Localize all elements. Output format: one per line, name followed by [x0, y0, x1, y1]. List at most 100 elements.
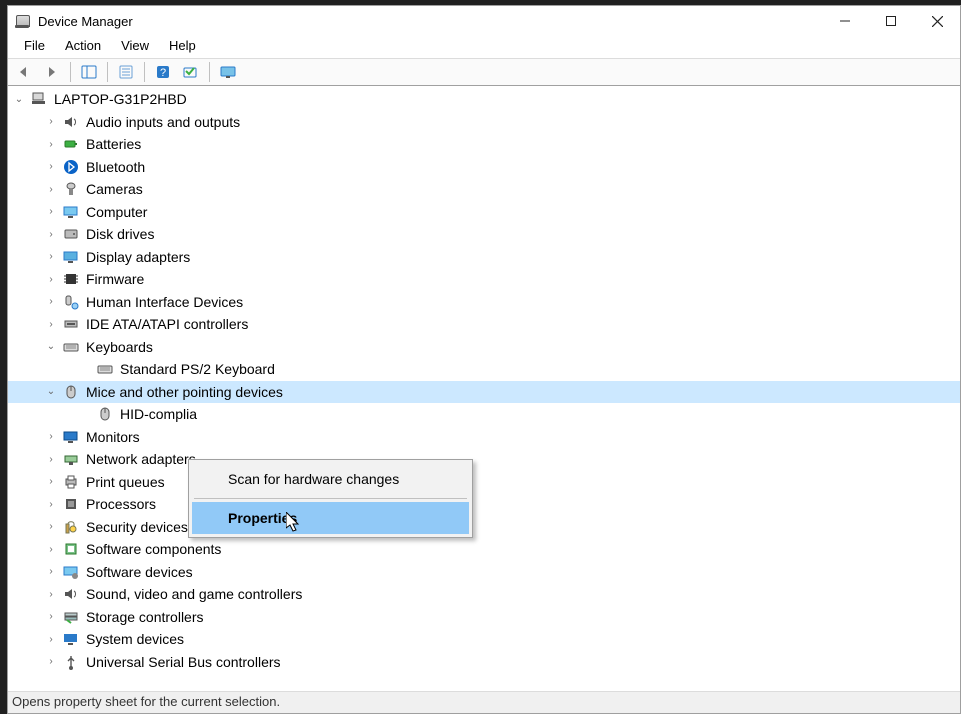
toolbar-separator	[209, 62, 210, 82]
display-icon	[62, 248, 80, 266]
tree-item-label: Bluetooth	[86, 159, 145, 175]
chevron-right-icon[interactable]: ›	[44, 634, 58, 645]
chevron-right-icon[interactable]: ›	[44, 116, 58, 127]
ctx-scan-hardware[interactable]: Scan for hardware changes	[192, 463, 469, 495]
tree-item[interactable]: › Software devices	[8, 561, 960, 584]
system-icon	[62, 630, 80, 648]
chevron-down-icon[interactable]: ⌄	[12, 94, 26, 105]
properties-button[interactable]	[114, 61, 138, 83]
help-button[interactable]: ?	[151, 61, 175, 83]
tree-item-label: Computer	[86, 204, 147, 220]
chevron-right-icon[interactable]: ›	[44, 229, 58, 240]
tree-item[interactable]: ›Cameras	[8, 178, 960, 201]
toolbar-separator	[144, 62, 145, 82]
mouse-icon	[62, 383, 80, 401]
chevron-right-icon[interactable]: ›	[44, 161, 58, 172]
minimize-button[interactable]	[822, 6, 868, 36]
tree-item[interactable]: ›Display adapters	[8, 246, 960, 269]
tree-item[interactable]: ⌄Keyboards	[8, 336, 960, 359]
tree-item[interactable]: › Sound, video and game controllers	[8, 583, 960, 606]
tree-item[interactable]: ›Software components	[8, 538, 960, 561]
chevron-right-icon[interactable]: ›	[44, 454, 58, 465]
back-button[interactable]	[12, 61, 36, 83]
security-icon	[62, 518, 80, 536]
tree-item-label: Sound, video and game controllers	[86, 586, 302, 602]
status-bar: Opens property sheet for the current sel…	[8, 691, 960, 713]
forward-button[interactable]	[40, 61, 64, 83]
tree-item[interactable]: › Disk drives	[8, 223, 960, 246]
battery-icon	[62, 135, 80, 153]
status-text: Opens property sheet for the current sel…	[12, 694, 280, 709]
mouse-icon	[96, 405, 114, 423]
tree-item[interactable]: ›Monitors	[8, 426, 960, 449]
tree-item[interactable]: Standard PS/2 Keyboard	[8, 358, 960, 381]
scan-hardware-button[interactable]	[179, 61, 203, 83]
app-icon	[14, 13, 30, 29]
tree-item[interactable]: › Computer	[8, 201, 960, 224]
tree-item[interactable]: ›IDE ATA/ATAPI controllers	[8, 313, 960, 336]
toolbar: ?	[8, 58, 960, 86]
chevron-right-icon[interactable]: ›	[44, 611, 58, 622]
camera-icon	[62, 180, 80, 198]
hid-icon	[62, 293, 80, 311]
chevron-right-icon[interactable]: ›	[44, 139, 58, 150]
ctx-separator	[194, 498, 467, 499]
chevron-down-icon[interactable]: ⌄	[44, 341, 58, 352]
menu-action[interactable]: Action	[55, 36, 111, 58]
chevron-right-icon[interactable]: ›	[44, 589, 58, 600]
chevron-right-icon[interactable]: ›	[44, 296, 58, 307]
title-bar[interactable]: Device Manager	[8, 6, 960, 36]
tree-item[interactable]: › Batteries	[8, 133, 960, 156]
tree-item-label: Software devices	[86, 564, 193, 580]
chevron-right-icon[interactable]: ›	[44, 499, 58, 510]
chevron-right-icon[interactable]: ›	[44, 521, 58, 532]
chip-icon	[62, 270, 80, 288]
tree-item-label: Print queues	[86, 474, 165, 490]
tree-item-label: HID-complia	[120, 406, 197, 422]
chevron-right-icon[interactable]: ›	[44, 544, 58, 555]
chevron-right-icon[interactable]: ›	[44, 476, 58, 487]
tree-item-label: Disk drives	[86, 226, 154, 242]
menu-file[interactable]: File	[14, 36, 55, 58]
chevron-right-icon[interactable]: ›	[44, 319, 58, 330]
close-button[interactable]	[914, 6, 960, 36]
tree-item[interactable]: › Bluetooth	[8, 156, 960, 179]
chevron-right-icon[interactable]: ›	[44, 431, 58, 442]
tree-item[interactable]: ›Network adapters	[8, 448, 960, 471]
tree-item-label: Security devices	[86, 519, 188, 535]
tree-item-label: Audio inputs and outputs	[86, 114, 240, 130]
maximize-button[interactable]	[868, 6, 914, 36]
tree-item-label: Universal Serial Bus controllers	[86, 654, 281, 670]
menu-view[interactable]: View	[111, 36, 159, 58]
chevron-right-icon[interactable]: ›	[44, 656, 58, 667]
tree-item[interactable]: ›System devices	[8, 628, 960, 651]
tree-item[interactable]: › Audio inputs and outputs	[8, 111, 960, 134]
ctx-properties[interactable]: Properties	[192, 502, 469, 534]
chevron-down-icon[interactable]: ⌄	[44, 386, 58, 397]
tree-item[interactable]: › Print queues	[8, 471, 960, 494]
chevron-right-icon[interactable]: ›	[44, 206, 58, 217]
tree-item[interactable]: ›Firmware	[8, 268, 960, 291]
toolbar-separator	[70, 62, 71, 82]
chevron-right-icon[interactable]: ›	[44, 251, 58, 262]
tree-item[interactable]: › Universal Serial Bus controllers	[8, 651, 960, 674]
tree-item-label: Batteries	[86, 136, 141, 152]
speaker-icon	[62, 113, 80, 131]
device-tree[interactable]: ⌄ LAPTOP-G31P2HBD › Audio inputs and outp…	[8, 86, 960, 691]
tree-item[interactable]: › Security devices	[8, 516, 960, 539]
tree-item[interactable]: HID-complia	[8, 403, 960, 426]
chevron-right-icon[interactable]: ›	[44, 184, 58, 195]
chevron-right-icon[interactable]: ›	[44, 566, 58, 577]
monitor-button[interactable]	[216, 61, 240, 83]
tree-item[interactable]: ⌄Mice and other pointing devices	[8, 381, 960, 404]
tree-item[interactable]: ›Storage controllers	[8, 606, 960, 629]
menu-help[interactable]: Help	[159, 36, 206, 58]
tree-root[interactable]: ⌄ LAPTOP-G31P2HBD	[8, 88, 960, 111]
show-hide-tree-button[interactable]	[77, 61, 101, 83]
tree-item[interactable]: ›Processors	[8, 493, 960, 516]
speaker-icon	[62, 585, 80, 603]
chevron-right-icon[interactable]: ›	[44, 274, 58, 285]
tree-item[interactable]: ›Human Interface Devices	[8, 291, 960, 314]
bluetooth-icon	[62, 158, 80, 176]
computer-icon	[30, 90, 48, 108]
